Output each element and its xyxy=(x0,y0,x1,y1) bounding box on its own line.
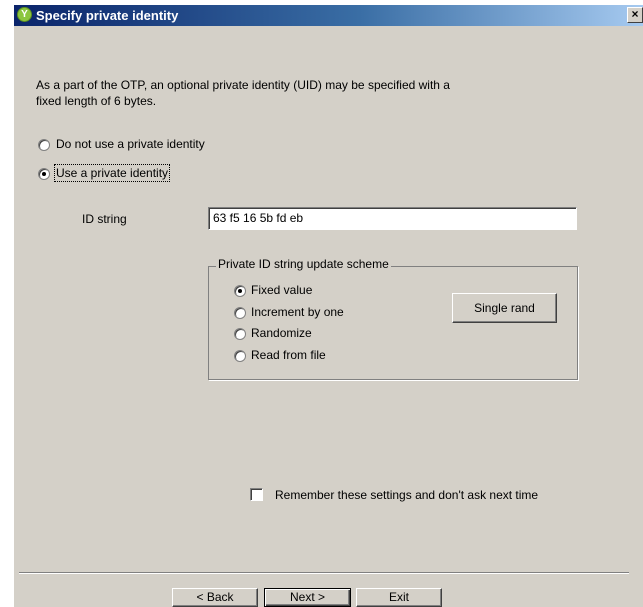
yubico-icon: Y xyxy=(17,7,32,22)
close-icon: × xyxy=(631,7,639,21)
remember-settings-label[interactable]: Remember these settings and don't ask ne… xyxy=(275,488,538,502)
next-button[interactable]: Next > xyxy=(264,588,351,607)
radio-label[interactable]: Use a private identity xyxy=(53,164,171,182)
radio-label[interactable]: Read from file xyxy=(251,348,326,362)
id-string-input[interactable]: 63 f5 16 5b fd eb xyxy=(208,207,577,230)
radio-button[interactable] xyxy=(38,139,50,151)
back-button[interactable]: < Back xyxy=(172,588,258,607)
single-rand-button[interactable]: Single rand xyxy=(452,293,557,323)
radio-label[interactable]: Randomize xyxy=(251,326,312,340)
radio-button[interactable] xyxy=(234,307,246,319)
radio-button[interactable] xyxy=(234,350,246,362)
radio-label[interactable]: Do not use a private identity xyxy=(56,137,205,151)
exit-button-label: Exit xyxy=(388,590,409,604)
radio-button[interactable] xyxy=(234,328,246,340)
footer-separator xyxy=(19,572,629,574)
radio-label[interactable]: Fixed value xyxy=(251,283,312,297)
back-button-label: < Back xyxy=(196,590,234,604)
radio-label[interactable]: Increment by one xyxy=(251,305,344,319)
intro-text-line2: fixed length of 6 bytes. xyxy=(36,94,157,108)
close-button[interactable]: × xyxy=(627,7,643,23)
window-title: Specify private identity xyxy=(36,8,179,23)
intro-text-line1: As a part of the OTP, an optional privat… xyxy=(36,78,450,92)
update-scheme-title: Private ID string update scheme xyxy=(216,257,391,271)
remember-settings-checkbox[interactable] xyxy=(250,488,263,501)
id-string-label: ID string xyxy=(82,212,127,226)
next-button-label: Next > xyxy=(289,590,325,604)
exit-button[interactable]: Exit xyxy=(356,588,442,607)
radio-button[interactable] xyxy=(38,168,50,180)
radio-button[interactable] xyxy=(234,285,246,297)
title-bar[interactable]: Y Specify private identity × xyxy=(14,5,643,26)
